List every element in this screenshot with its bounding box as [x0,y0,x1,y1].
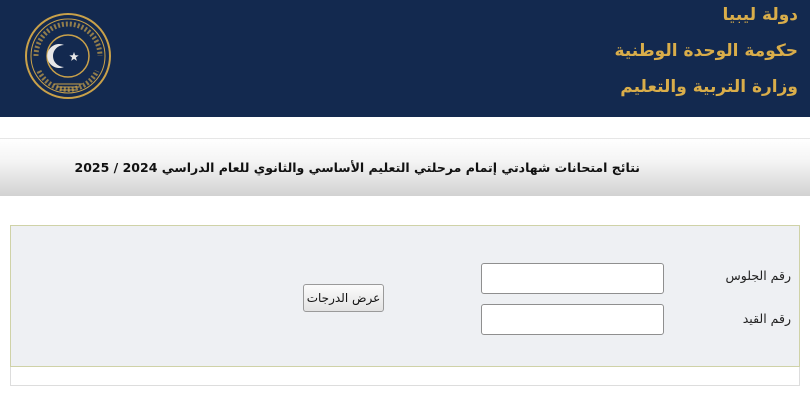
seat-number-input[interactable] [481,263,664,294]
results-area [10,367,800,386]
page: دولة ليبيا حكومة الوحدة الوطنية وزارة ال… [0,0,810,401]
show-grades-button[interactable]: عرض الدرجات [303,284,384,312]
registration-number-label: رقم القيد [742,311,791,326]
page-title-bar: نتائج امتحانات شهادتي إتمام مرحلتي التعل… [0,138,810,196]
registration-number-input[interactable] [481,304,664,335]
header-line-ministry: وزارة التربية والتعليم [620,77,798,97]
header-titles: دولة ليبيا حكومة الوحدة الوطنية وزارة ال… [614,6,798,97]
site-header: دولة ليبيا حكومة الوحدة الوطنية وزارة ال… [0,0,810,117]
header-line-state: دولة ليبيا [722,5,799,25]
page-title: نتائج امتحانات شهادتي إتمام مرحلتي التعل… [74,160,640,175]
header-line-government: حكومة الوحدة الوطنية [614,41,798,61]
ministry-seal-icon [25,13,111,99]
results-form: رقم الجلوس رقم القيد عرض الدرجات [10,225,800,367]
seat-number-label: رقم الجلوس [725,268,791,283]
